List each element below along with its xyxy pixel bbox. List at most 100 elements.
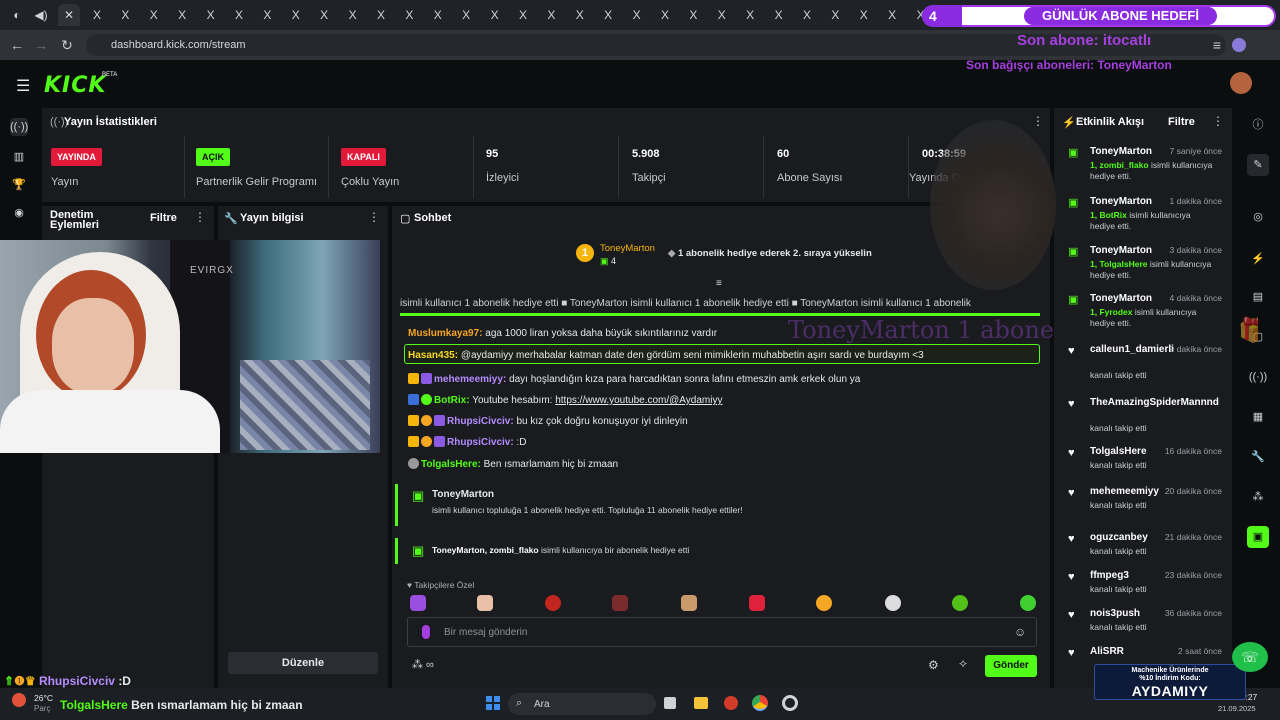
broadcast-icon[interactable]: ((·)) xyxy=(10,118,28,136)
activity-item[interactable]: ♥ oguzcanbey 21 dakika önce kanalı takip et… xyxy=(1068,532,1228,572)
tab-close-icon[interactable]: X xyxy=(313,4,335,26)
stream-info-menu-icon[interactable]: ⋮ xyxy=(368,210,380,224)
tab-close-icon[interactable]: X xyxy=(597,4,619,26)
lightning-icon[interactable]: ⚡ xyxy=(1247,248,1269,270)
emote-helmet-icon[interactable] xyxy=(545,595,561,611)
broadcast-side-icon[interactable]: ((·)) xyxy=(1247,366,1269,388)
wrench-icon[interactable]: 🔧 xyxy=(1247,446,1269,468)
activity-item[interactable]: ♥ calleun1_damierli 9 dakika önce kanalı ta… xyxy=(1068,344,1228,384)
chat-input[interactable]: Bir mesaj gönderin ☺ xyxy=(407,617,1037,647)
tab-close-icon[interactable]: X xyxy=(654,4,676,26)
tab-close-icon[interactable]: X xyxy=(484,4,506,26)
weather-temp[interactable]: 26°C xyxy=(34,693,53,703)
tab-close-icon[interactable]: X xyxy=(427,4,449,26)
tab-close-icon[interactable]: X xyxy=(143,4,165,26)
activity-user[interactable]: ToneyMarton xyxy=(1090,293,1152,304)
emote-chat-icon[interactable] xyxy=(1020,595,1036,611)
info-icon[interactable]: ⓘ xyxy=(1247,114,1269,136)
puzzle-icon[interactable]: ✧ xyxy=(958,657,968,671)
youtube-link[interactable]: https://www.youtube.com/@Aydamiyy xyxy=(555,395,722,406)
trophy-icon[interactable]: 🏆 xyxy=(10,176,28,194)
tab-close-icon[interactable]: X xyxy=(824,4,846,26)
tab-close-icon[interactable]: X xyxy=(256,4,278,26)
emote-face-icon[interactable] xyxy=(477,595,493,611)
tab-close-icon[interactable]: X xyxy=(114,4,136,26)
tab-close-icon[interactable]: X xyxy=(682,4,704,26)
emote-figure-icon[interactable] xyxy=(612,595,628,611)
forward-icon[interactable]: → xyxy=(32,36,50,54)
tab-active-close-icon[interactable]: ✕ xyxy=(58,4,80,26)
tab-close-icon[interactable]: X xyxy=(200,4,222,26)
kick-logo[interactable]: KICK xyxy=(44,73,106,98)
settings-icon[interactable]: ⚙ xyxy=(928,658,939,672)
back-icon[interactable]: ← xyxy=(8,36,26,54)
chat-tools-icon[interactable]: ⁂ ∞ xyxy=(412,658,434,671)
activity-user[interactable]: oguzcanbey xyxy=(1090,532,1148,543)
chart-icon[interactable]: ▥ xyxy=(10,148,28,166)
tab-close-icon[interactable]: X xyxy=(342,4,364,26)
chrome-icon[interactable] xyxy=(752,695,768,711)
windows-start-icon[interactable] xyxy=(486,696,500,710)
tab-close-icon[interactable]: X xyxy=(768,4,790,26)
emote-smile-icon[interactable] xyxy=(816,595,832,611)
activity-user[interactable]: ToneyMarton xyxy=(1090,146,1152,157)
tab-close-icon[interactable]: X xyxy=(626,4,648,26)
taskbar-search[interactable]: ⌕ Ara xyxy=(508,693,656,715)
activity-user[interactable]: AliSRR xyxy=(1090,646,1124,657)
tab-close-icon[interactable]: X xyxy=(171,4,193,26)
tab-speaker-icon[interactable]: ◀) xyxy=(30,4,52,26)
tab-close-icon[interactable]: X xyxy=(853,4,875,26)
file-explorer-icon[interactable] xyxy=(694,697,708,709)
activity-user[interactable]: ToneyMarton xyxy=(1090,245,1152,256)
emote-skull-icon[interactable] xyxy=(885,595,901,611)
tab-close-icon[interactable]: X xyxy=(569,4,591,26)
mod-filter-button[interactable]: Filtre xyxy=(150,212,177,224)
document-icon[interactable]: ▤ xyxy=(1247,286,1269,308)
user-avatar[interactable] xyxy=(1230,72,1252,94)
tab-close-icon[interactable]: X xyxy=(398,4,420,26)
activity-item[interactable]: ♥ mehemeemiyy 20 dakika önce kanalı takip e… xyxy=(1068,486,1228,526)
tab-close-icon[interactable]: X xyxy=(711,4,733,26)
tab-close-icon[interactable]: X xyxy=(455,4,477,26)
tab-close-icon[interactable]: X xyxy=(228,4,250,26)
activity-user[interactable]: TheAmazingSpiderMannnd xyxy=(1090,397,1219,408)
layers-icon[interactable]: ▦ xyxy=(1247,406,1269,428)
emote-hat-icon[interactable] xyxy=(410,595,426,611)
tab-audio-icon[interactable]: ◐ xyxy=(6,4,28,26)
support-chat-icon[interactable]: ☏ xyxy=(1232,642,1268,672)
edit-button[interactable]: Düzenle xyxy=(228,652,378,674)
tab-close-icon[interactable]: X xyxy=(512,4,534,26)
activity-user[interactable]: TolgalsHere xyxy=(1090,446,1147,457)
browser-menu-icon[interactable]: ≡ xyxy=(1208,36,1226,54)
profile-icon[interactable] xyxy=(1232,38,1246,52)
stats-menu-icon[interactable]: ⋮ xyxy=(1032,114,1044,128)
tab-close-icon[interactable]: X xyxy=(540,4,562,26)
activity-item[interactable]: ♥ ffmpeg3 23 dakika önce kanalı takip etti xyxy=(1068,570,1228,610)
camera-settings-icon[interactable]: ◎ xyxy=(1247,206,1269,228)
activity-user[interactable]: ToneyMarton xyxy=(1090,196,1152,207)
activity-filter-button[interactable]: Filtre xyxy=(1168,116,1195,128)
tab-close-icon[interactable]: X xyxy=(881,4,903,26)
leader-name[interactable]: ToneyMarton xyxy=(600,243,655,254)
tab-close-icon[interactable]: X xyxy=(285,4,307,26)
activity-item[interactable]: ▣ ToneyMarton 1 dakika önce 1, BotRix isiml… xyxy=(1068,196,1228,236)
tab-close-icon[interactable]: X xyxy=(796,4,818,26)
apps-icon[interactable]: ⁂ xyxy=(1247,486,1269,508)
tab-close-icon[interactable]: X xyxy=(370,4,392,26)
activity-user[interactable]: ffmpeg3 xyxy=(1090,570,1129,581)
activity-item[interactable]: ▣ ToneyMarton 3 dakika önce 1, TolgalsHere … xyxy=(1068,245,1228,285)
activity-user[interactable]: mehemeemiyy xyxy=(1090,486,1159,497)
reload-icon[interactable]: ↻ xyxy=(58,36,76,54)
activity-item[interactable]: ▣ ToneyMarton 4 dakika önce 1, Fyrodex isim… xyxy=(1068,293,1228,333)
edit-icon[interactable]: ✎ xyxy=(1247,154,1269,176)
send-button[interactable]: Gönder xyxy=(985,655,1037,677)
activity-user[interactable]: nois3push xyxy=(1090,608,1140,619)
activity-item[interactable]: ▣ ToneyMarton 7 saniye önce 1, zombi_flako … xyxy=(1068,146,1228,186)
activity-menu-icon[interactable]: ⋮ xyxy=(1212,114,1224,128)
emoji-icon[interactable]: ☺ xyxy=(1014,625,1026,639)
app-g-icon[interactable] xyxy=(782,695,798,711)
emote-cat-icon[interactable] xyxy=(681,595,697,611)
collapse-icon[interactable]: ≡ xyxy=(716,278,722,289)
gift-green-icon[interactable]: ▣ xyxy=(1247,526,1269,548)
tab-close-icon[interactable]: X xyxy=(86,4,108,26)
